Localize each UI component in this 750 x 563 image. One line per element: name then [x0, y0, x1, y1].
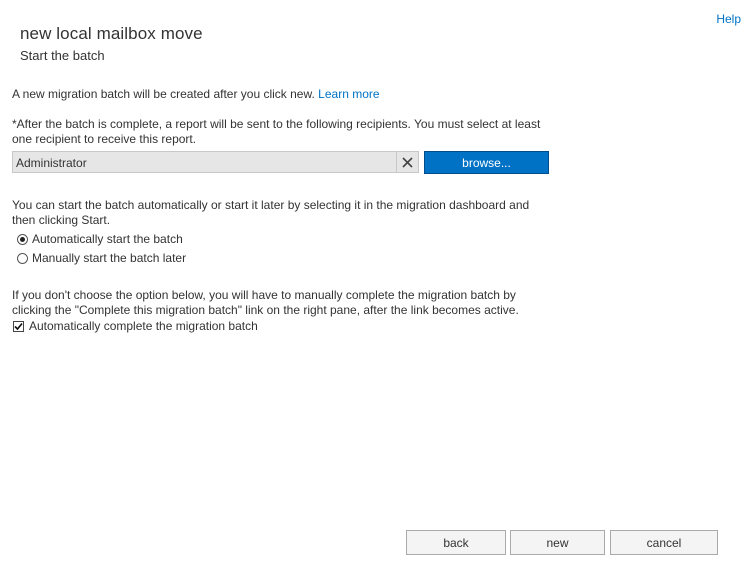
auto-complete-option[interactable]: Automatically complete the migration bat…: [13, 319, 258, 333]
manual-start-option[interactable]: Manually start the batch later: [17, 251, 186, 265]
auto-complete-checkbox[interactable]: [13, 320, 24, 332]
intro-text-row: A new migration batch will be created af…: [12, 87, 380, 102]
recipients-description-line1: *After the batch is complete, a report w…: [12, 117, 541, 131]
complete-description-line1: If you don't choose the option below, yo…: [12, 288, 516, 302]
page-title: new local mailbox move: [20, 24, 203, 43]
clear-recipient-button[interactable]: [396, 152, 418, 172]
radio-selected-dot: [20, 236, 25, 242]
help-link[interactable]: Help: [716, 12, 741, 26]
cancel-button-label: cancel: [646, 535, 682, 550]
manual-start-label: Manually start the batch later: [32, 251, 187, 265]
auto-start-label: Automatically start the batch: [32, 232, 183, 246]
manual-start-radio[interactable]: [17, 252, 28, 264]
checkmark-icon: [14, 322, 23, 330]
learn-more-link[interactable]: Learn more: [318, 87, 379, 101]
back-button[interactable]: back: [406, 530, 506, 555]
cancel-button[interactable]: cancel: [610, 530, 718, 555]
browse-button-label: browse...: [462, 155, 511, 170]
wizard-page: Help new local mailbox move Start the ba…: [0, 0, 750, 563]
recipients-description: *After the batch is complete, a report w…: [12, 117, 540, 147]
recipient-field[interactable]: Administrator: [12, 151, 419, 173]
auto-complete-label: Automatically complete the migration bat…: [29, 319, 258, 333]
auto-start-option[interactable]: Automatically start the batch: [17, 232, 183, 246]
start-description: You can start the batch automatically or…: [12, 198, 529, 228]
recipient-value: Administrator: [16, 156, 87, 170]
recipients-description-line2: one recipient to receive this report.: [12, 132, 197, 146]
page-subtitle: Start the batch: [20, 48, 105, 63]
new-button[interactable]: new: [510, 530, 605, 555]
complete-description: If you don't choose the option below, yo…: [12, 288, 519, 318]
start-description-line1: You can start the batch automatically or…: [12, 198, 530, 212]
auto-start-radio[interactable]: [17, 233, 28, 245]
complete-description-line2: clicking the "Complete this migration ba…: [12, 303, 519, 317]
back-button-label: back: [443, 535, 469, 550]
intro-text: A new migration batch will be created af…: [12, 87, 315, 101]
close-icon: [402, 156, 413, 168]
start-description-line2: then clicking Start.: [12, 213, 111, 227]
new-button-label: new: [546, 535, 569, 550]
browse-button[interactable]: browse...: [424, 151, 549, 174]
